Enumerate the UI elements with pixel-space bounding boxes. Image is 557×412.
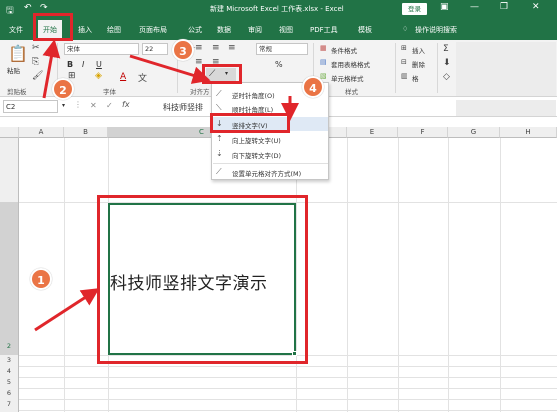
arrow-1 [34, 288, 100, 332]
step-badge-1: 1 [30, 268, 52, 290]
step-badge-3: 3 [172, 39, 194, 61]
step-badge-4: 4 [302, 76, 324, 98]
annotation-arrows [34, 39, 299, 332]
arrow-3 [129, 54, 211, 84]
step-badge-2: 2 [52, 78, 74, 100]
